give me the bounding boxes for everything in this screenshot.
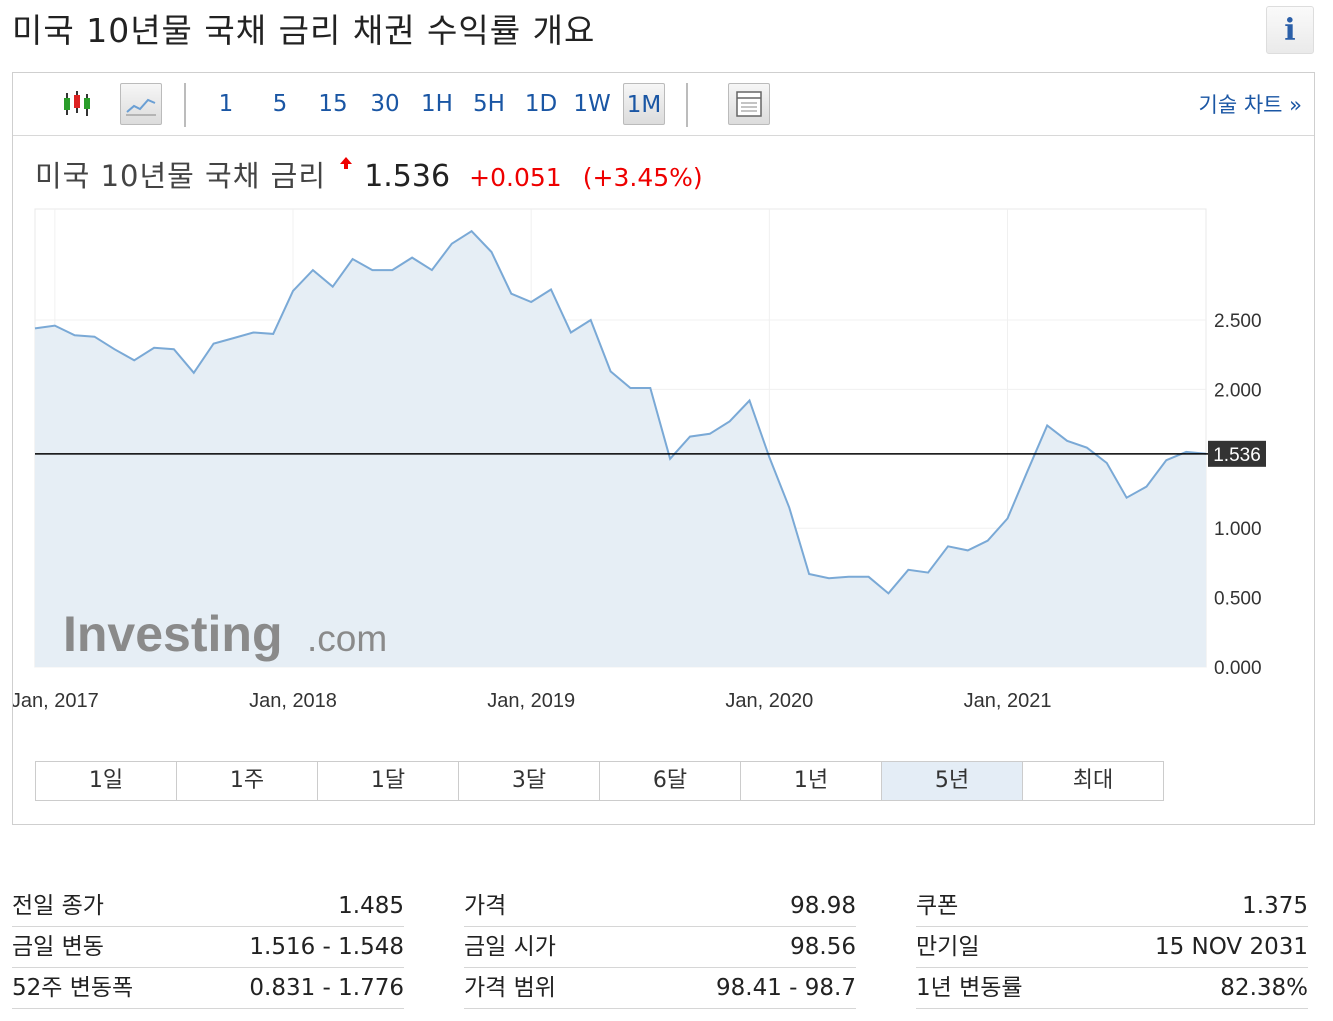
watermark-suffix: .com — [307, 618, 387, 659]
stat-label: 가격 범위 — [464, 975, 556, 1001]
stat-label: 가격 — [464, 893, 507, 919]
x-tick-label: Jan, 2017 — [13, 690, 99, 712]
stat-label: 쿠폰 — [916, 893, 959, 919]
chart-panel: 1 5 15 30 1H 5H 1D 1W 1M 기술 차트 » 미국 10년물… — [12, 72, 1315, 825]
range-selector: 1일 1주 1달 3달 6달 1년 5년 최대 — [35, 761, 1164, 801]
range-1d[interactable]: 1일 — [35, 761, 177, 801]
stat-label: 1년 변동률 — [916, 975, 1023, 1001]
watermark-brand: Investing — [63, 606, 282, 662]
current-value-label-text: 1.536 — [1213, 445, 1261, 466]
stat-label: 금일 변동 — [12, 934, 104, 960]
stat-label: 52주 변동폭 — [12, 975, 134, 1001]
x-tick-label: Jan, 2019 — [487, 690, 575, 712]
stat-value: 98.56 — [790, 934, 856, 960]
stat-row: 쿠폰 1.375 — [916, 886, 1308, 927]
info-icon[interactable]: i — [1266, 6, 1314, 54]
page-title: 미국 10년물 국채 금리 채권 수익률 개요 — [12, 11, 596, 50]
x-tick-label: Jan, 2020 — [725, 690, 813, 712]
stat-row: 금일 시가 98.56 — [464, 927, 856, 968]
range-1m[interactable]: 1달 — [317, 761, 459, 801]
stat-value: 15 NOV 2031 — [1154, 934, 1308, 960]
y-tick-label: 2.500 — [1214, 311, 1262, 332]
stat-value: 1.485 — [338, 893, 404, 919]
range-1w[interactable]: 1주 — [176, 761, 318, 801]
stat-row: 만기일 15 NOV 2031 — [916, 927, 1308, 968]
stat-value: 82.38% — [1220, 975, 1308, 1001]
range-5y[interactable]: 5년 — [881, 761, 1023, 801]
yield-chart: Investing .com 1.536 0.000 0.500 1.000 2.00… — [13, 208, 1266, 712]
stat-label: 만기일 — [916, 934, 980, 960]
stat-label: 전일 종가 — [12, 893, 104, 919]
stat-row: 가격 98.98 — [464, 886, 856, 927]
stat-row: 가격 범위 98.41 - 98.7 — [464, 968, 856, 1009]
stats-column-3: 쿠폰 1.375 만기일 15 NOV 2031 1년 변동률 82.38% — [916, 886, 1308, 1009]
range-6m[interactable]: 6달 — [599, 761, 741, 801]
stats-column-1: 전일 종가 1.485 금일 변동 1.516 - 1.548 52주 변동폭 0.8… — [12, 886, 404, 1009]
stat-value: 98.98 — [790, 893, 856, 919]
stat-row: 1년 변동률 82.38% — [916, 968, 1308, 1009]
current-value-label: 1.536 — [1208, 440, 1266, 467]
y-tick-label: 0.500 — [1214, 589, 1262, 610]
range-1y[interactable]: 1년 — [740, 761, 882, 801]
stat-row: 52주 변동폭 0.831 - 1.776 — [12, 968, 404, 1009]
stat-row: 전일 종가 1.485 — [12, 886, 404, 927]
stats-column-2: 가격 98.98 금일 시가 98.56 가격 범위 98.41 - 98.7 — [464, 886, 856, 1009]
stat-value: 98.41 - 98.7 — [716, 975, 856, 1001]
range-max[interactable]: 최대 — [1022, 761, 1164, 801]
stat-value: 1.516 - 1.548 — [249, 934, 404, 960]
x-tick-label: Jan, 2021 — [964, 690, 1052, 712]
stat-row: 금일 변동 1.516 - 1.548 — [12, 927, 404, 968]
stat-value: 1.375 — [1242, 893, 1308, 919]
x-tick-label: Jan, 2018 — [249, 690, 337, 712]
range-3m[interactable]: 3달 — [458, 761, 600, 801]
y-tick-label: 2.000 — [1214, 380, 1262, 401]
y-tick-label: 0.000 — [1214, 658, 1262, 679]
y-tick-label: 1.000 — [1214, 519, 1262, 540]
stat-value: 0.831 - 1.776 — [249, 975, 404, 1001]
stat-label: 금일 시가 — [464, 934, 556, 960]
